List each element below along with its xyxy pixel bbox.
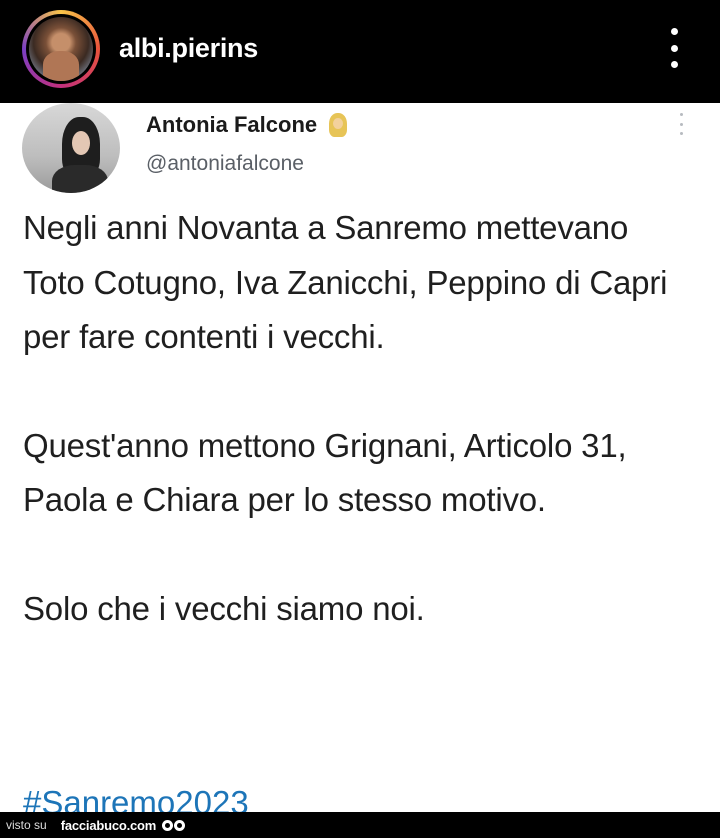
author-name-text: Antonia Falcone bbox=[146, 112, 318, 137]
tweet-author-name[interactable]: Antonia Falcone bbox=[146, 112, 349, 138]
avatar-frame bbox=[26, 14, 96, 84]
tweet-body: Negli anni Novanta a Sanremo mettevano T… bbox=[23, 201, 693, 636]
footer-site[interactable]: facciabuco.com bbox=[61, 818, 157, 833]
tweet-more-icon[interactable] bbox=[680, 113, 684, 135]
menu-dot bbox=[670, 28, 678, 35]
menu-dot bbox=[670, 44, 678, 52]
story-avatar[interactable] bbox=[22, 10, 100, 88]
watermark-footer: visto su facciabuco.com bbox=[0, 812, 720, 838]
blonde-woman-emoji-icon bbox=[327, 112, 349, 138]
tweet-paragraph: Negli anni Novanta a Sanremo mettevano T… bbox=[23, 209, 668, 355]
username[interactable]: albi.pierins bbox=[119, 33, 258, 64]
hashtag-link[interactable]: #Sanremo2023 bbox=[23, 776, 249, 812]
eyes-logo-icon bbox=[162, 819, 186, 831]
tweet-paragraph: Quest'anno mettono Grignani, Articolo 31… bbox=[23, 426, 627, 519]
more-vertical-icon[interactable] bbox=[664, 28, 684, 68]
tweet-author-handle[interactable]: @antoniafalcone bbox=[146, 152, 304, 176]
avatar-photo bbox=[29, 17, 93, 81]
footer-prefix: visto su bbox=[6, 818, 47, 832]
instagram-header: albi.pierins bbox=[0, 0, 720, 103]
tweet-author-avatar[interactable] bbox=[22, 103, 120, 193]
avatar-face bbox=[72, 131, 90, 155]
tweet-card: Antonia Falcone @antoniafalcone Negli an… bbox=[0, 103, 720, 812]
menu-dot bbox=[670, 61, 678, 68]
tweet-paragraph: Solo che i vecchi siamo noi. bbox=[23, 589, 425, 627]
